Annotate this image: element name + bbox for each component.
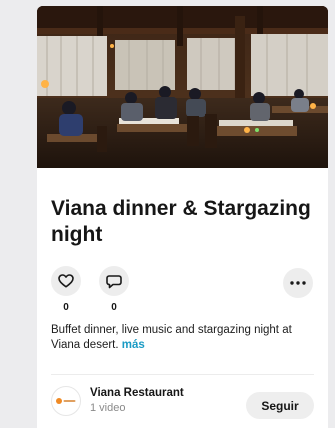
likes-count: 0 xyxy=(63,302,69,313)
speech-bubble-icon xyxy=(106,274,122,288)
author-name[interactable]: Viana Restaurant xyxy=(90,387,184,399)
post-description: Buffet dinner, live music and stargazing… xyxy=(51,323,323,353)
restaurant-logo-icon xyxy=(56,398,76,404)
read-more-link[interactable]: más xyxy=(122,339,145,351)
author-avatar[interactable] xyxy=(51,386,81,416)
heart-outline-icon xyxy=(58,274,74,288)
comments-count: 0 xyxy=(111,302,117,313)
divider xyxy=(51,374,314,375)
author-video-count: 1 video xyxy=(90,402,126,414)
post-card: Viana dinner & Stargazing night 0 0 Buff… xyxy=(37,6,328,428)
like-button[interactable] xyxy=(51,266,81,296)
post-title: Viana dinner & Stargazing night xyxy=(51,197,311,246)
video-thumbnail[interactable] xyxy=(37,6,328,168)
follow-button[interactable]: Seguir xyxy=(246,392,314,419)
more-options-button[interactable] xyxy=(283,268,313,298)
description-text: Buffet dinner, live music and stargazing… xyxy=(51,324,292,351)
more-dots-icon xyxy=(290,281,306,285)
comment-button[interactable] xyxy=(99,266,129,296)
restaurant-scene-image xyxy=(37,6,328,168)
